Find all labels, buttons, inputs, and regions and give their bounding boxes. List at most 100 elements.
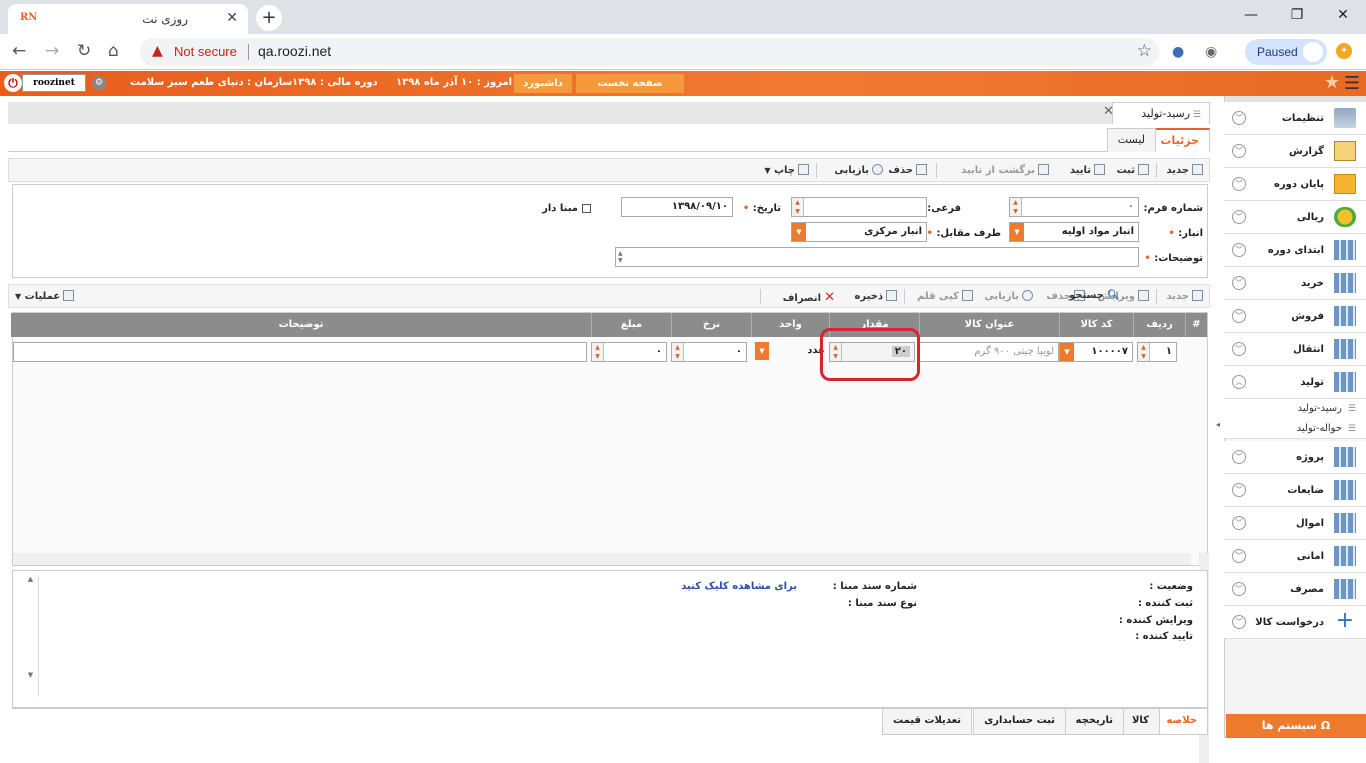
tab-summary[interactable]: خلاصه <box>1155 709 1208 735</box>
amount-input[interactable]: ۰ ▲ ▼ <box>591 342 667 362</box>
sidebar-item-production[interactable]: تولید ︿ <box>1224 366 1366 399</box>
sidebar-item-period-start[interactable]: ابتدای دوره ﹀ <box>1224 234 1366 267</box>
form-number-stepper[interactable]: ▲ ▼ <box>1010 198 1022 216</box>
gear-icon[interactable]: ⚙ <box>92 76 106 90</box>
extension-eye-icon[interactable]: ◉ <box>1205 44 1217 60</box>
url-text[interactable]: qa.roozi.net <box>258 43 331 59</box>
notes-scroll-icon[interactable]: ▲ ▼ <box>618 250 623 264</box>
sidebar-item-transfer[interactable]: انتقال ﹀ <box>1224 333 1366 366</box>
sidebar-item-assets[interactable]: اموال ﹀ <box>1224 507 1366 540</box>
tab-items[interactable]: کالا <box>1120 709 1160 735</box>
chevron-down-icon[interactable]: ﹀ <box>1232 615 1246 629</box>
chevron-down-icon[interactable]: ▼ <box>755 342 769 360</box>
col-item-title[interactable]: عنوان کالا <box>919 313 1059 337</box>
notes-input[interactable]: ▲ ▼ <box>615 247 1139 267</box>
chevron-down-icon[interactable]: ﹀ <box>1232 111 1246 125</box>
chevron-down-icon[interactable]: ﹀ <box>1232 210 1246 224</box>
sidebar-subitem-production-issue[interactable]: ☰ حواله-تولید <box>1224 419 1366 439</box>
approve-button[interactable]: تایید <box>1070 164 1105 176</box>
new-tab-button[interactable]: + <box>256 5 282 31</box>
sub-number-stepper[interactable]: ▲ ▼ <box>792 198 804 216</box>
summary-scrollbar[interactable]: ▲ ▼ <box>23 575 39 697</box>
power-icon[interactable]: ⏻ <box>4 74 22 92</box>
sub-number-input[interactable]: ▲ ▼ <box>791 197 927 217</box>
row-index-input[interactable]: ۱ ▲ ▼ <box>1137 342 1177 362</box>
sidebar-item-waste[interactable]: ضایعات ﹀ <box>1224 474 1366 507</box>
row-notes-input[interactable] <box>13 342 587 362</box>
browser-tab[interactable]: RN روزی نت ✕ <box>8 4 248 34</box>
grid-save-button[interactable]: ذخیره <box>854 290 897 302</box>
col-amount[interactable]: مبلغ <box>591 313 671 337</box>
chevron-down-icon[interactable]: ﹀ <box>1232 516 1246 530</box>
col-item-code[interactable]: کد کالا <box>1059 313 1133 337</box>
rate-input[interactable]: ۰ ▲ ▼ <box>671 342 747 362</box>
sidebar-item-sales[interactable]: فروش ﹀ <box>1224 300 1366 333</box>
chevron-down-icon[interactable]: ﹀ <box>1232 342 1246 356</box>
chevron-down-icon[interactable]: ▼ <box>792 223 806 241</box>
grid-copy-item-button[interactable]: کپی قلم <box>917 290 973 302</box>
sidebar-item-settings[interactable]: تنظیمات ﹀ <box>1224 102 1366 135</box>
rate-stepper[interactable]: ▲ ▼ <box>672 343 684 361</box>
update-icon[interactable]: ✦ <box>1336 43 1352 59</box>
col-notes[interactable]: توضیحات <box>11 313 591 337</box>
chevron-down-icon[interactable]: ﹀ <box>1232 483 1246 497</box>
chevron-down-icon[interactable]: ﹀ <box>1232 243 1246 257</box>
bookmark-star-icon[interactable]: ☆ <box>1137 41 1152 61</box>
unapprove-button[interactable]: برگشت از تایید <box>961 164 1049 176</box>
tab-price-adjustments[interactable]: تعدیلات قیمت <box>882 709 972 735</box>
chevron-down-icon[interactable]: ﹀ <box>1232 309 1246 323</box>
grid-cancel-button[interactable]: ✕انصراف <box>783 290 835 305</box>
warehouse-select[interactable]: انبار مواد اولیه ▼ <box>1009 222 1139 242</box>
sidebar-item-consignment[interactable]: امانی ﹀ <box>1224 540 1366 573</box>
sidebar-item-currency[interactable]: ریالی ﹀ <box>1224 201 1366 234</box>
date-input[interactable]: ۱۳۹۸/۰۹/۱۰ <box>621 197 733 217</box>
form-number-input[interactable]: ۰ ▲ ▼ <box>1009 197 1139 217</box>
chevron-down-icon[interactable]: ▼ <box>1060 343 1074 361</box>
close-window-icon[interactable]: ✕ <box>1320 0 1366 30</box>
chevron-down-icon[interactable]: ﹀ <box>1232 450 1246 464</box>
register-button[interactable]: ثبت <box>1117 164 1149 176</box>
chevron-down-icon[interactable]: ﹀ <box>1232 582 1246 596</box>
sidebar-subitem-production-receipt[interactable]: ☰ رسید-تولید <box>1224 399 1366 419</box>
restore-icon[interactable]: ❐ <box>1274 0 1320 30</box>
sidebar-item-item-request[interactable]: + درخواست کالا ﹀ <box>1224 606 1366 639</box>
tab-list[interactable]: لیست <box>1106 128 1156 152</box>
chevron-down-icon[interactable]: ﹀ <box>1232 144 1246 158</box>
page-tab[interactable]: ☰ رسید-تولید ✕ <box>1103 102 1210 124</box>
grid-operations-button[interactable]: عملیات ▼ <box>15 290 75 302</box>
reload-icon[interactable]: ↻ <box>77 41 91 61</box>
horizontal-scrollbar[interactable] <box>13 553 1191 565</box>
sidebar-item-project[interactable]: پروژه ﹀ <box>1224 441 1366 474</box>
dashboard-button[interactable]: داشبورد <box>514 74 572 93</box>
delete-button[interactable]: حذف <box>888 164 927 176</box>
close-icon[interactable]: ✕ <box>1103 104 1114 119</box>
forward-icon[interactable]: → <box>45 41 59 61</box>
sidebar-item-consumption[interactable]: مصرف ﹀ <box>1224 573 1366 606</box>
counterparty-select[interactable]: انبار مرکزی ▼ <box>791 222 927 242</box>
systems-button[interactable]: Ω سیستم ها <box>1226 714 1366 738</box>
tab-details[interactable]: جزئیات <box>1149 128 1210 152</box>
chevron-down-icon[interactable]: ﹀ <box>1232 177 1246 191</box>
home-icon[interactable]: ⌂ <box>108 41 119 61</box>
new-button[interactable]: جدید <box>1166 164 1203 176</box>
chevron-up-icon[interactable]: ︿ <box>1232 375 1246 389</box>
splitter-handle-icon[interactable]: ◂ <box>1216 420 1220 429</box>
sidebar-item-purchase[interactable]: خرید ﹀ <box>1224 267 1366 300</box>
row-index-stepper[interactable]: ▲ ▼ <box>1138 343 1150 361</box>
grid-search-button[interactable]: 🔍︎جستجو <box>1069 290 1120 301</box>
home-page-button[interactable]: صفحه نخست <box>576 74 684 93</box>
back-icon[interactable]: ← <box>12 41 26 61</box>
tab-history[interactable]: تاریخچه <box>1064 709 1124 735</box>
tab-accounting[interactable]: ثبت حسابداری <box>973 709 1066 735</box>
restore-button[interactable]: بازیابی <box>834 164 883 176</box>
print-button[interactable]: چاپ ▼ <box>764 164 809 176</box>
sidebar-item-report[interactable]: گزارش ﹀ <box>1224 135 1366 168</box>
col-row[interactable]: ردیف <box>1133 313 1185 337</box>
grid-new-button[interactable]: جدید <box>1166 290 1203 302</box>
chevron-down-icon[interactable]: ▼ <box>1010 223 1024 241</box>
profile-button[interactable]: Paused <box>1245 39 1327 65</box>
chevron-down-icon[interactable]: ﹀ <box>1232 549 1246 563</box>
hamburger-menu-icon[interactable]: ☰ <box>1344 73 1360 94</box>
extension-icon[interactable]: ● <box>1172 44 1184 60</box>
col-rate[interactable]: نرخ <box>671 313 751 337</box>
